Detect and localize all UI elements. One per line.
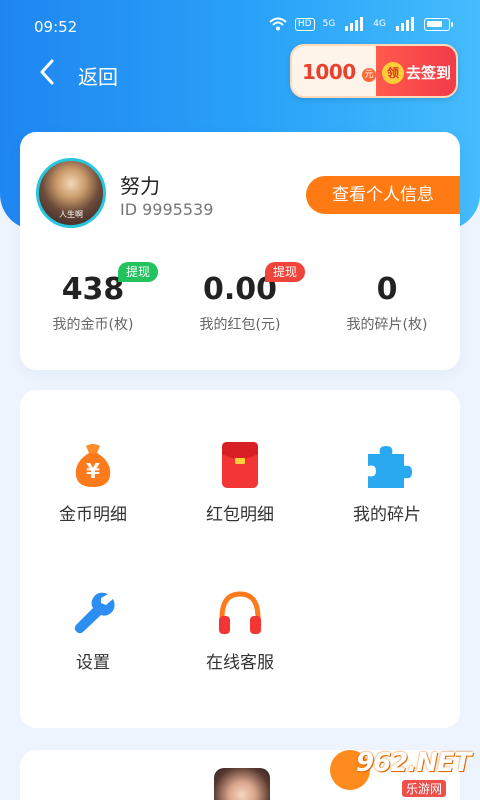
withdraw-red-packet-tag[interactable]: 提现 [265,262,306,282]
menu-item-coin-details[interactable]: ¥ 金币明细 [20,440,166,525]
headphones-icon [219,591,261,634]
avatar[interactable]: 人生啊 [36,158,106,228]
status-icons: HD 5G 4G [269,17,453,31]
menu-label: 我的碎片 [353,505,421,525]
menu-label: 设置 [76,653,110,673]
site-watermark: 962.NET 乐游网 [330,748,471,797]
wifi-icon [269,17,287,31]
svg-text:¥: ¥ [86,459,100,483]
profile-card: 人生啊 努力 ID 9995539 查看个人信息 438 我的金币(枚) 提现 … [20,132,460,370]
wrench-icon [74,592,115,634]
puzzle-piece-icon [368,446,412,488]
hd-badge: HD [294,17,315,31]
signin-button[interactable]: 去签到 [406,62,451,83]
menu-item-settings[interactable]: 设置 [20,588,166,673]
back-button[interactable]: 返回 [78,61,118,90]
signin-amount: 1000 [302,60,356,84]
stat-value: 0 [376,272,398,307]
red-envelope-icon [222,442,258,488]
network-label-2: 4G [373,19,386,29]
status-time: 09:52 [34,18,78,36]
back-arrow-icon[interactable] [36,58,60,86]
signin-badge: 领 [382,62,404,84]
menu-label: 金币明细 [59,505,127,525]
user-id: ID 9995539 [120,200,214,219]
stat-label: 我的碎片(枚) [346,317,428,333]
recommend-thumbnail[interactable] [214,768,270,800]
menu-item-red-packet-details[interactable]: 红包明细 [167,440,313,525]
signal-icon [345,17,364,31]
network-label-1: 5G [322,19,336,29]
username: 努力 [120,174,160,198]
signal-icon-2 [396,17,414,31]
menu-item-customer-service[interactable]: 在线客服 [167,588,313,673]
stat-label: 我的金币(枚) [52,317,134,333]
battery-icon [424,17,453,31]
stat-label: 我的红包(元) [199,317,281,333]
avatar-caption: 人生啊 [59,210,83,219]
watermark-subtext: 乐游网 [402,780,447,797]
daily-signin-banner[interactable]: 1000 元 领 去签到 [290,44,458,98]
stat-fragments[interactable]: 0 我的碎片(枚) [314,272,460,334]
watermark-text: 962.NET [356,748,471,778]
menu-label: 在线客服 [206,653,274,673]
coin-bag-icon: ¥ [75,444,111,487]
menu-item-my-fragments[interactable]: 我的碎片 [314,440,460,525]
menu-card: ¥ 金币明细 红包明细 我的碎片 设置 在线客服 [20,390,460,728]
signin-unit: 元 [362,68,376,82]
menu-label: 红包明细 [206,505,274,525]
view-profile-button[interactable]: 查看个人信息 [306,176,460,214]
withdraw-coins-tag[interactable]: 提现 [118,262,159,282]
